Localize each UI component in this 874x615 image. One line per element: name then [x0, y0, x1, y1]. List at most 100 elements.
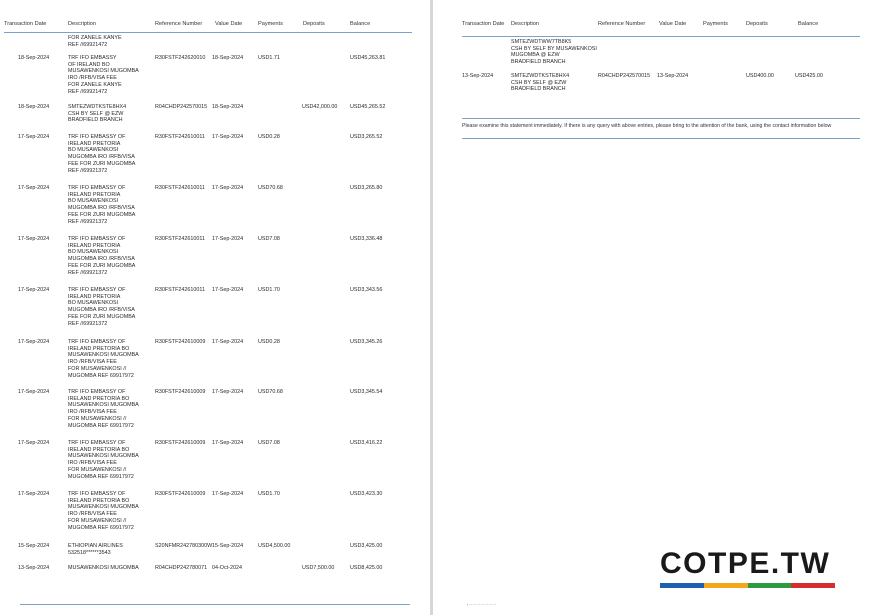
row-7-date: 17-Sep-2024 [18, 339, 50, 345]
row-6-date: 17-Sep-2024 [18, 287, 50, 293]
row-7-ref: R30FSTF242610009 [155, 339, 206, 345]
row-12-ref: R04CHDP242780071 [155, 565, 208, 571]
row-12-date: 13-Sep-2024 [18, 565, 50, 571]
header-payments: Payments [258, 21, 283, 27]
row-8-ref: R30FSTF242610009 [155, 389, 206, 395]
watermark-color-bar [660, 583, 835, 588]
row-9-desc: TRF IFO EMBASSY OF IRELAND PRETORIA BO M… [68, 440, 139, 480]
row-6-pay: USD1.70 [258, 287, 280, 293]
row-1-pay: USD1.71 [258, 55, 280, 61]
row-7-desc: TRF IFO EMBASSY OF IRELAND PRETORIA BO M… [68, 339, 139, 379]
row-1-bal: USD45,263.81 [350, 55, 386, 61]
row-4-desc: TRF IFO EMBASSY OF IRELAND PRETORIA BO M… [68, 185, 136, 225]
row-12-desc: MUSAWENKOSI MUGOMBA [68, 565, 139, 571]
row-1-bal: USD425.00 [795, 73, 823, 79]
row-9-value: 17-Sep-2024 [212, 440, 244, 446]
row-10-ref: R30FSTF242610009 [155, 491, 206, 497]
row-3-value: 17-Sep-2024 [212, 134, 244, 140]
column-header: Transaction Date Description Reference N… [433, 0, 874, 36]
color-bar-segment-4 [791, 583, 835, 588]
row-1-value: 13-Sep-2024 [657, 73, 689, 79]
row-1-date: 13-Sep-2024 [462, 73, 494, 79]
row-1-desc: SMTEZWDTKSTE8HX4 CSH BY SELF @ EZW BRADF… [511, 73, 570, 93]
header-rule [462, 36, 860, 37]
watermark-logo: COTPE.TW [660, 547, 835, 588]
color-bar-segment-2 [703, 583, 748, 588]
row-10-desc: TRF IFO EMBASSY OF IRELAND PRETORIA BO M… [68, 491, 139, 531]
header-reference-number: Reference Number [155, 21, 203, 27]
row-11-bal: USD3,425.00 [350, 543, 383, 549]
row-1-desc: TRF IFO EMBASSY OF IRELAND BO MUSAWENKOS… [68, 55, 139, 95]
row-1-date: 18-Sep-2024 [18, 55, 50, 61]
row-12-dep: USD7,500.00 [302, 565, 335, 571]
continued-description: SMTEZWDTWW7TB8K5 CSH BY SELF BY MUSAWENK… [511, 39, 597, 66]
row-8-date: 17-Sep-2024 [18, 389, 50, 395]
row-7-pay: USD0.28 [258, 339, 280, 345]
row-4-ref: R30FSTF242610011 [155, 185, 205, 191]
column-header: Transaction Date Description Reference N… [0, 0, 430, 36]
row-8-value: 17-Sep-2024 [212, 389, 244, 395]
row-3-ref: R30FSTF242610011 [155, 134, 205, 140]
row-5-pay: USD7.08 [258, 236, 280, 242]
row-2-bal: USD45,265.52 [350, 104, 386, 110]
color-bar-segment-3 [747, 583, 792, 588]
row-5-bal: USD3,336.48 [350, 236, 383, 242]
row-5-date: 17-Sep-2024 [18, 236, 50, 242]
header-reference-number: Reference Number [598, 21, 646, 27]
section-rule [462, 118, 860, 119]
row-2-date: 18-Sep-2024 [18, 104, 50, 110]
row-5-value: 17-Sep-2024 [212, 236, 244, 242]
row-9-pay: USD7.08 [258, 440, 280, 446]
row-11-pay: USD4,500.00 [258, 543, 291, 549]
row-7-value: 17-Sep-2024 [212, 339, 244, 345]
statement-page-left: Transaction Date Description Reference N… [0, 0, 430, 615]
row-2-value: 18-Sep-2024 [212, 104, 244, 110]
row-3-pay: USD0.28 [258, 134, 280, 140]
header-rule [4, 32, 412, 33]
row-10-date: 17-Sep-2024 [18, 491, 50, 497]
header-description: Description [511, 21, 539, 27]
row-4-pay: USD70.68 [258, 185, 283, 191]
row-10-bal: USD3,423.30 [350, 491, 383, 497]
row-4-date: 17-Sep-2024 [18, 185, 50, 191]
row-5-desc: TRF IFO EMBASSY OF IRELAND PRETORIA BO M… [68, 236, 136, 276]
row-11-ref: S20NFMR242780300W [155, 543, 213, 549]
row-10-value: 17-Sep-2024 [212, 491, 244, 497]
header-balance: Balance [798, 21, 819, 27]
row-9-date: 17-Sep-2024 [18, 440, 50, 446]
header-deposits: Deposits [303, 21, 325, 27]
row-9-ref: R30FSTF242610009 [155, 440, 206, 446]
row-6-value: 17-Sep-2024 [212, 287, 244, 293]
row-6-bal: USD3,343.56 [350, 287, 383, 293]
row-2-desc: SMTEZWDTKSTE8HX4 CSH BY SELF @ EZW BRADF… [68, 104, 127, 124]
row-9-bal: USD3,416.22 [350, 440, 383, 446]
row-12-value: 04-Oct-2024 [212, 565, 242, 571]
footer-mark: ▪ ─ ─ ─ ─ ─ ─ ─ [467, 602, 497, 607]
header-deposits: Deposits [746, 21, 768, 27]
continued-description: FOR ZANELE KANYE REF //69921472 [68, 35, 122, 48]
row-4-value: 17-Sep-2024 [212, 185, 244, 191]
row-6-ref: R30FSTF242610011 [155, 287, 205, 293]
row-12-bal: USD8,425.00 [350, 565, 383, 571]
row-11-date: 15-Sep-2024 [18, 543, 50, 549]
row-1-dep: USD400.00 [746, 73, 774, 79]
row-2-dep: USD42,000.00 [302, 104, 338, 110]
row-3-desc: TRF IFO EMBASSY OF IRELAND PRETORIA BO M… [68, 134, 136, 174]
color-bar-segment-1 [660, 583, 704, 588]
header-value-date: Value Date [659, 21, 687, 27]
row-1-value: 18-Sep-2024 [212, 55, 244, 61]
row-1-ref: R04CHDP242570015 [598, 73, 651, 79]
row-6-desc: TRF IFO EMBASSY OF IRELAND PRETORIA BO M… [68, 287, 136, 327]
watermark-text: COTPE.TW [660, 547, 831, 580]
header-transaction-date: Transaction Date [4, 21, 47, 27]
row-11-desc: ETHIOPIAN AIRLINES 532518******3543 [68, 543, 123, 556]
row-8-desc: TRF IFO EMBASSY OF IRELAND PRETORIA BO M… [68, 389, 139, 429]
row-8-bal: USD3,345.54 [350, 389, 383, 395]
row-5-ref: R30FSTF242610011 [155, 236, 205, 242]
notice-rule [462, 138, 860, 139]
statement-page-right: Transaction Date Description Reference N… [433, 0, 874, 615]
row-3-bal: USD3,265.52 [350, 134, 383, 140]
row-11-value: 15-Sep-2024 [212, 543, 244, 549]
header-payments: Payments [703, 21, 728, 27]
row-1-ref: R30FSTF242620010 [155, 55, 206, 61]
